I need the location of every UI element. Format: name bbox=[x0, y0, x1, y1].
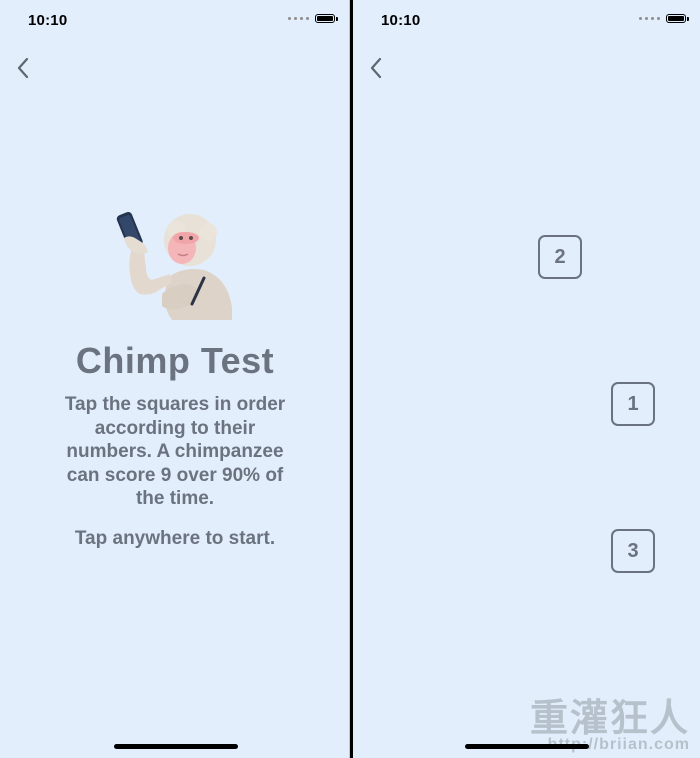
signal-icon bbox=[639, 17, 660, 20]
start-prompt[interactable]: Tap anywhere to start. bbox=[0, 528, 350, 550]
back-chevron-icon[interactable] bbox=[367, 56, 387, 80]
start-screen[interactable]: 10:10 Chimp Test Tap the squares in orde… bbox=[0, 0, 350, 758]
status-time: 10:10 bbox=[381, 12, 421, 29]
home-indicator[interactable] bbox=[114, 744, 238, 749]
number-square-3[interactable]: 3 bbox=[611, 529, 655, 573]
status-indicators bbox=[288, 14, 338, 23]
status-time: 10:10 bbox=[28, 12, 68, 29]
signal-icon bbox=[288, 17, 309, 20]
back-chevron-icon[interactable] bbox=[14, 56, 34, 80]
game-screen: 10:10 2 1 3 重灌狂人 http://briian.com bbox=[353, 0, 700, 758]
watermark-text: 重灌狂人 bbox=[529, 696, 690, 740]
chimp-illustration bbox=[116, 211, 232, 320]
battery-icon bbox=[315, 14, 338, 23]
home-indicator[interactable] bbox=[465, 744, 589, 749]
battery-icon bbox=[666, 14, 689, 23]
number-square-2[interactable]: 2 bbox=[538, 235, 582, 279]
number-square-1[interactable]: 1 bbox=[611, 382, 655, 426]
status-indicators bbox=[639, 14, 689, 23]
instructions-text: Tap the squares in order according to th… bbox=[64, 394, 286, 509]
page-title: Chimp Test bbox=[75, 340, 275, 381]
